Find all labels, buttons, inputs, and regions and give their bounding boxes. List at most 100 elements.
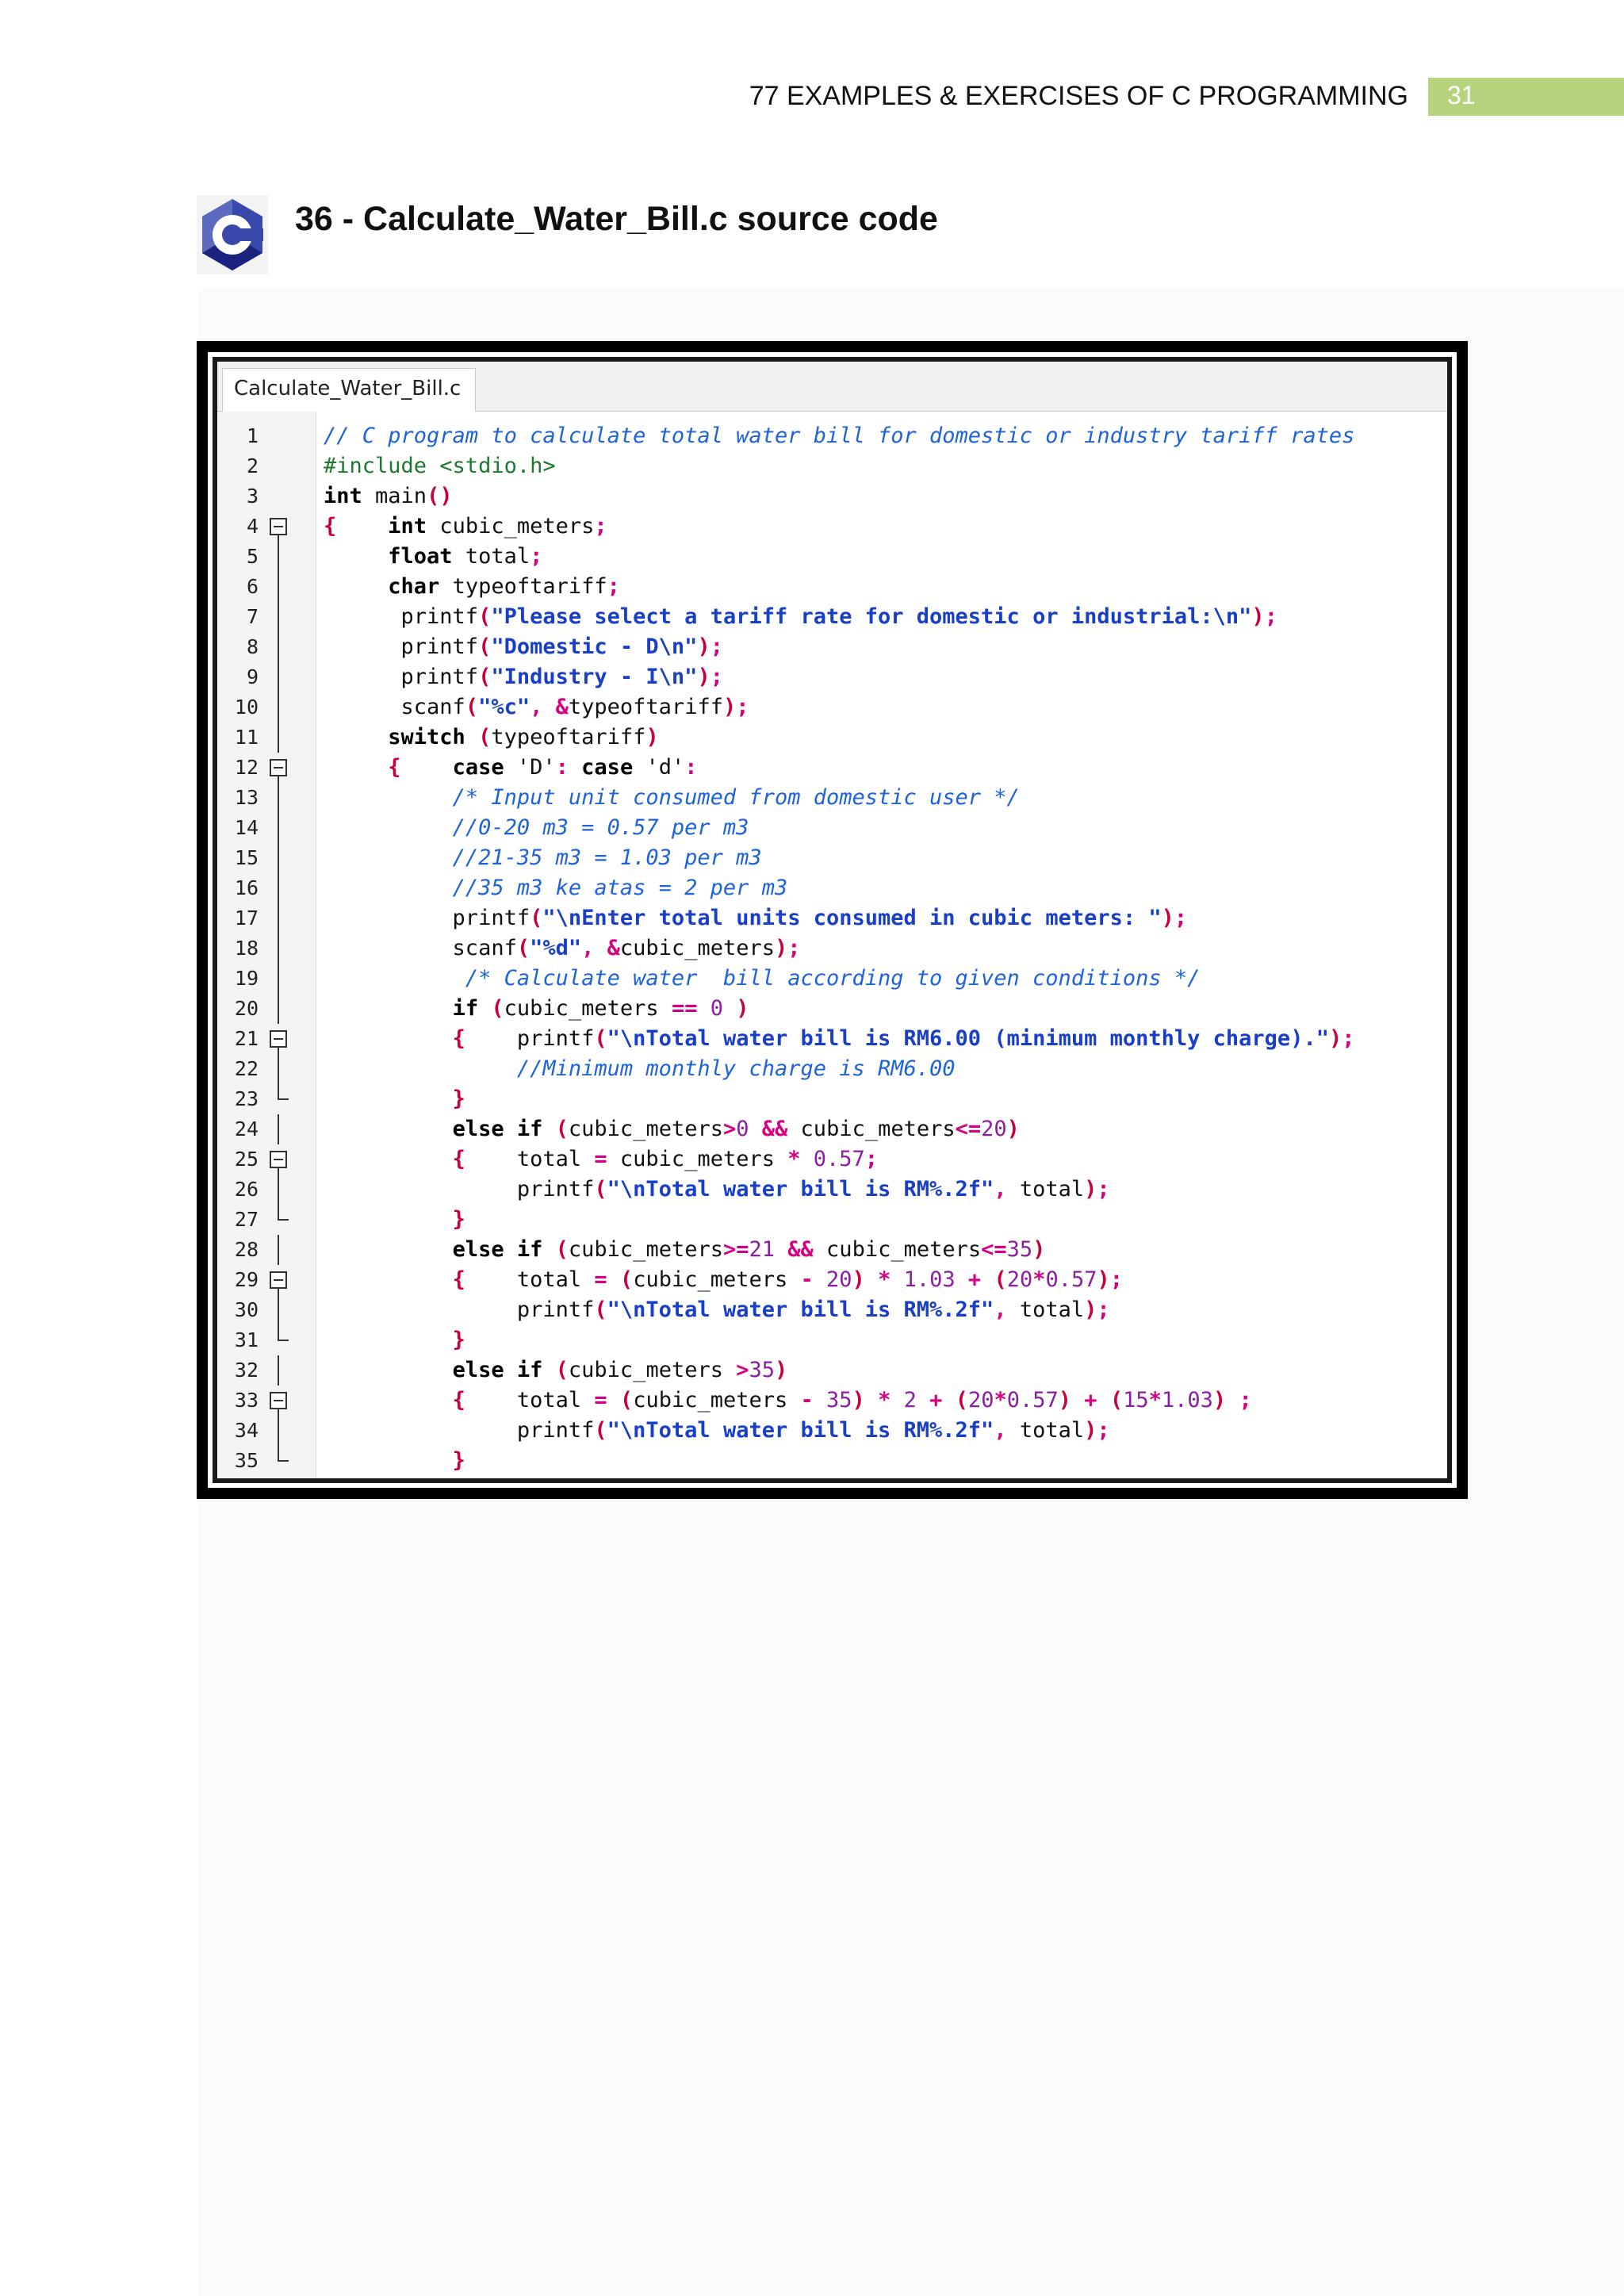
- line-number: 13: [234, 786, 259, 809]
- code-line[interactable]: { total = (cubic_meters - 20) * 1.03 + (…: [324, 1265, 1447, 1295]
- code-token: ): [852, 1388, 865, 1412]
- code-line[interactable]: //0-20 m3 = 0.57 per m3: [324, 813, 1447, 843]
- code-token: 21: [749, 1237, 776, 1262]
- code-line[interactable]: }: [324, 1446, 1447, 1476]
- code-line[interactable]: char typeoftariff;: [324, 572, 1447, 602]
- code-line[interactable]: #include <stdio.h>: [324, 451, 1447, 481]
- code-line[interactable]: { printf("\nTotal water bill is RM6.00 (…: [324, 1024, 1447, 1054]
- code-token: =: [594, 1267, 607, 1292]
- code-line[interactable]: else if (cubic_meters>0 && cubic_meters<…: [324, 1114, 1447, 1144]
- code-token: #include <stdio.h>: [324, 454, 556, 478]
- source-code: // C program to calculate total water bi…: [324, 421, 1447, 1476]
- code-line[interactable]: else if (cubic_meters>=21 && cubic_meter…: [324, 1235, 1447, 1265]
- code-token: char: [388, 574, 440, 599]
- code-token: (: [555, 1117, 569, 1141]
- code-token: ;: [787, 936, 801, 960]
- fold-toggle-icon[interactable]: [265, 753, 297, 783]
- code-line[interactable]: printf("\nEnter total units consumed in …: [324, 903, 1447, 933]
- fold-toggle-icon[interactable]: [265, 1386, 297, 1416]
- code-token: else: [452, 1358, 504, 1382]
- code-token: }: [452, 1448, 465, 1473]
- code-token: case: [452, 755, 504, 780]
- code-line[interactable]: { int cubic_meters;: [324, 512, 1447, 542]
- code-line[interactable]: printf("\nTotal water bill is RM%.2f", t…: [324, 1175, 1447, 1205]
- code-line[interactable]: /* Input unit consumed from domestic use…: [324, 783, 1447, 813]
- code-line[interactable]: }: [324, 1084, 1447, 1114]
- code-line[interactable]: }: [324, 1205, 1447, 1235]
- fold-toggle-icon[interactable]: [265, 1144, 297, 1175]
- code-line[interactable]: { total = cubic_meters * 0.57;: [324, 1144, 1447, 1175]
- fold-empty: [265, 481, 297, 512]
- code-token: ;: [710, 634, 723, 659]
- code-line[interactable]: switch (typeoftariff): [324, 723, 1447, 753]
- code-line[interactable]: scanf("%c", &typeoftariff);: [324, 692, 1447, 723]
- code-token: ,: [530, 695, 556, 719]
- line-number: 26: [234, 1178, 259, 1201]
- code-token: =: [594, 1147, 607, 1171]
- code-token: printf: [324, 1177, 595, 1202]
- code-token: "Industry - I\n": [491, 665, 698, 689]
- code-token: ;: [1097, 1418, 1110, 1443]
- editor-tab[interactable]: Calculate_Water_Bill.c: [222, 368, 477, 412]
- fold-guide: [265, 843, 297, 873]
- code-token: ;: [1097, 1177, 1110, 1202]
- code-line[interactable]: printf("Domestic - D\n");: [324, 632, 1447, 662]
- line-number: 20: [234, 997, 259, 1020]
- code-token: printf: [324, 634, 479, 659]
- code-token: ): [1097, 1267, 1110, 1292]
- code-line[interactable]: float total;: [324, 542, 1447, 572]
- code-screenshot-frame: Calculate_Water_Bill.c 1 2 3 4 5 6 7 8 9 10 11 12 13…: [197, 341, 1468, 1499]
- code-token: ): [775, 1358, 788, 1382]
- code-line[interactable]: //35 m3 ke atas = 2 per m3: [324, 873, 1447, 903]
- code-line[interactable]: }: [324, 1325, 1447, 1355]
- code-token: 1.03: [903, 1267, 956, 1292]
- code-line[interactable]: /* Calculate water bill according to giv…: [324, 964, 1447, 994]
- code-token: else: [452, 1117, 504, 1141]
- fold-guide: [265, 1054, 297, 1084]
- code-token: {: [324, 514, 337, 539]
- code-token: *: [1032, 1267, 1046, 1292]
- code-token: "\nTotal water bill is RM6.00 (minimum m…: [607, 1026, 1329, 1051]
- code-token: if: [516, 1237, 543, 1262]
- code-line[interactable]: printf("\nTotal water bill is RM%.2f", t…: [324, 1416, 1447, 1446]
- code-line[interactable]: if (cubic_meters == 0 ): [324, 994, 1447, 1024]
- fold-guide: [265, 1114, 297, 1144]
- fold-guide: [265, 994, 297, 1024]
- fold-toggle-icon[interactable]: [265, 1024, 297, 1054]
- code-token: >=: [722, 1237, 749, 1262]
- code-line[interactable]: printf("Please select a tariff rate for …: [324, 602, 1447, 632]
- code-line[interactable]: //21-35 m3 = 1.03 per m3: [324, 843, 1447, 873]
- code-line[interactable]: { case 'D': case 'd':: [324, 753, 1447, 783]
- code-line[interactable]: { total = (cubic_meters - 35) * 2 + (20*…: [324, 1386, 1447, 1416]
- code-line[interactable]: //Minimum monthly charge is RM6.00: [324, 1054, 1447, 1084]
- fold-guide: [265, 1295, 297, 1325]
- code-token: printf: [324, 665, 479, 689]
- code-token: ): [1058, 1388, 1072, 1412]
- code-token: cubic_meters: [813, 1237, 982, 1262]
- code-line[interactable]: scanf("%d", &cubic_meters);: [324, 933, 1447, 964]
- code-token: total: [1019, 1418, 1085, 1443]
- code-line[interactable]: else if (cubic_meters >35): [324, 1355, 1447, 1386]
- fold-toggle-icon[interactable]: [265, 1265, 297, 1295]
- code-line[interactable]: // C program to calculate total water bi…: [324, 421, 1447, 451]
- code-token: *: [878, 1267, 891, 1292]
- code-token: cubic_meters: [619, 936, 775, 960]
- code-token: 'D': [504, 755, 556, 780]
- code-line[interactable]: printf("\nTotal water bill is RM%.2f", t…: [324, 1295, 1447, 1325]
- fold-toggle-icon[interactable]: [265, 512, 297, 542]
- code-line[interactable]: int main(): [324, 481, 1447, 512]
- code-line[interactable]: printf("Industry - I\n");: [324, 662, 1447, 692]
- code-token: float: [388, 544, 453, 569]
